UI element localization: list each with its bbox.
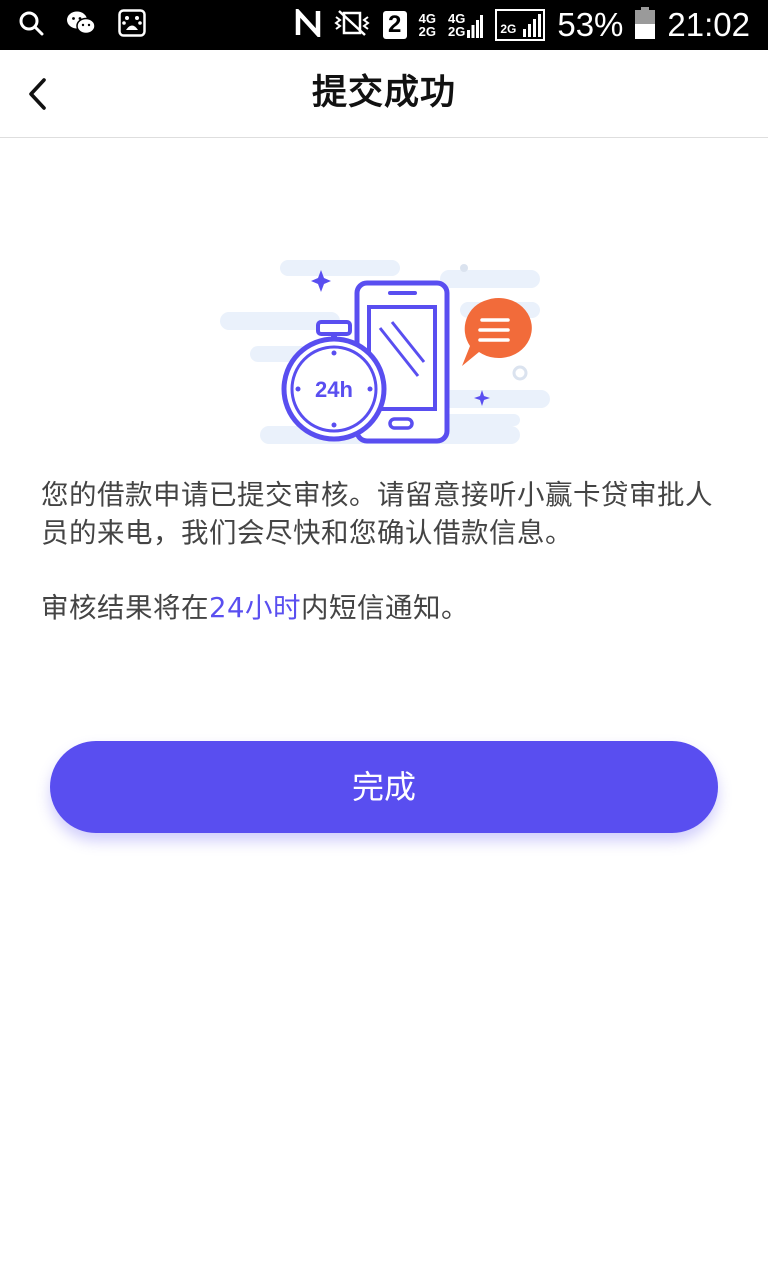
vibrate-icon <box>333 9 371 41</box>
status-bar: 2 4G 2G 4G 2G 2G 53% 21:02 <box>0 0 768 50</box>
navigation-bar: 提交成功 <box>0 50 768 138</box>
network-type-1: 4G 2G <box>418 11 436 39</box>
baidu-icon <box>118 9 146 41</box>
notice-prefix: 审核结果将在 <box>41 592 209 624</box>
network-type-2: 4G 2G <box>448 12 484 38</box>
sim-slot-badge: 2 <box>382 11 407 39</box>
battery-icon <box>635 7 656 43</box>
notice-suffix: 内短信通知。 <box>301 592 469 624</box>
notice-highlight: 24小时 <box>209 592 301 624</box>
nfc-icon <box>295 6 321 41</box>
submission-message: 您的借款申请已提交审核。请留意接听小赢卡贷审批人员的来电，我们会尽快和您确认借款… <box>41 479 713 549</box>
clock-label: 24h <box>315 377 353 402</box>
wechat-icon <box>66 10 96 40</box>
battery-percent: 53% <box>557 6 624 43</box>
clock-time: 21:02 <box>667 6 750 43</box>
done-button[interactable]: 完成 <box>50 741 718 833</box>
signal-2g-icon: 2G <box>495 9 546 41</box>
submission-illustration: 24h <box>210 250 560 450</box>
signal-icon <box>467 15 484 38</box>
search-icon <box>18 10 44 40</box>
review-notice: 审核结果将在24小时内短信通知。 <box>41 589 731 627</box>
page-title: 提交成功 <box>311 73 456 113</box>
